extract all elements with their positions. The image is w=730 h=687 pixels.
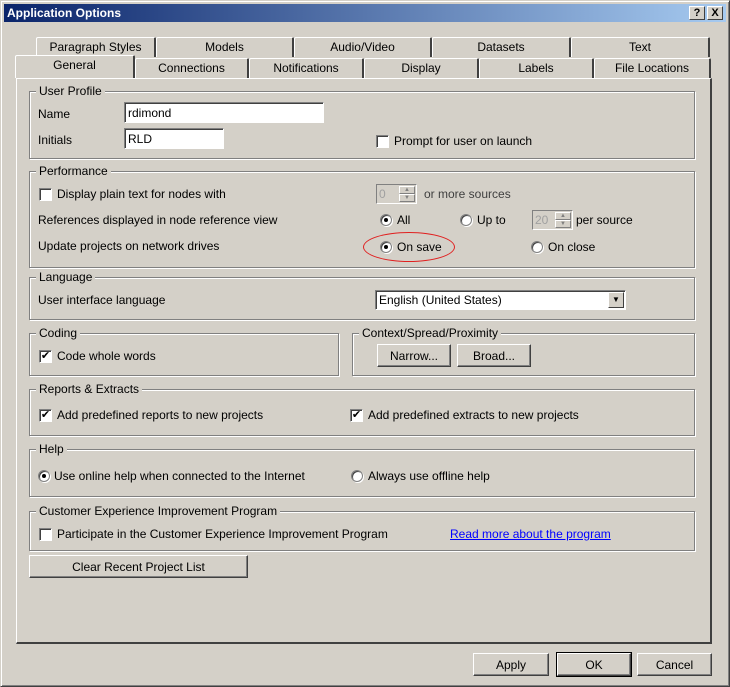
tab-general[interactable]: General [15, 55, 135, 78]
prompt-user-label: Prompt for user on launch [394, 134, 533, 148]
dropdown-arrow-icon[interactable]: ▼ [608, 292, 624, 308]
context-group: Context/Spread/Proximity Narrow... Broad… [352, 326, 695, 376]
references-all-radio[interactable] [380, 214, 392, 226]
group-title: User Profile [36, 84, 105, 98]
plain-text-checkbox[interactable] [39, 188, 52, 201]
tab-label: Text [628, 40, 651, 54]
code-whole-words-checkbox[interactable]: ✔ [39, 350, 52, 363]
ceip-group: Customer Experience Improvement Program … [29, 504, 695, 551]
apply-button[interactable]: Apply [473, 653, 549, 676]
participate-checkbox[interactable] [39, 528, 52, 541]
online-help-radio[interactable] [38, 470, 50, 482]
tab-label: Connections [158, 61, 225, 75]
tab-models[interactable]: Models [156, 37, 294, 57]
ui-language-value: English (United States) [379, 293, 502, 307]
reports-extracts-group: Reports & Extracts ✔ Add predefined repo… [29, 382, 695, 436]
tab-file-locations[interactable]: File Locations [594, 58, 711, 78]
group-title: Coding [36, 326, 81, 340]
on-save-radio[interactable] [380, 241, 392, 253]
offline-help-label: Always use offline help [368, 469, 490, 483]
tab-datasets[interactable]: Datasets [432, 37, 571, 57]
group-title: Help [36, 442, 67, 456]
close-button[interactable]: X [707, 6, 723, 20]
spin-up-icon[interactable]: ▲ [399, 186, 415, 194]
initials-input[interactable] [124, 128, 224, 149]
window-title: Application Options [7, 6, 121, 20]
group-title: Reports & Extracts [36, 382, 143, 396]
tab-paragraph-styles[interactable]: Paragraph Styles [36, 37, 156, 57]
add-extracts-checkbox[interactable]: ✔ [350, 409, 363, 422]
upto-value: 20 [535, 213, 549, 227]
references-upto-label: Up to [477, 213, 506, 227]
add-reports-checkbox[interactable]: ✔ [39, 409, 52, 422]
tab-label: Models [205, 40, 244, 54]
tab-connections[interactable]: Connections [135, 58, 249, 78]
per-source-label: per source [576, 213, 633, 227]
group-title: Performance [36, 164, 111, 178]
tab-label: General [53, 58, 96, 72]
add-reports-label: Add predefined reports to new projects [57, 408, 264, 422]
tab-audio-video[interactable]: Audio/Video [294, 37, 432, 57]
tab-label: Paragraph Styles [49, 40, 142, 54]
language-group: Language User interface language English… [29, 270, 695, 320]
tab-text[interactable]: Text [571, 37, 710, 57]
cancel-button[interactable]: Cancel [637, 653, 712, 676]
coding-group: Coding ✔ Code whole words [29, 326, 339, 376]
plain-text-label: Display plain text for nodes with [57, 187, 226, 201]
offline-help-radio[interactable] [351, 470, 363, 482]
on-close-label: On close [548, 240, 596, 254]
tab-notifications[interactable]: Notifications [249, 58, 364, 78]
sources-spinner[interactable]: 0 ▲ ▼ [376, 184, 417, 204]
prompt-user-checkbox[interactable] [376, 135, 389, 148]
read-more-link[interactable]: Read more about the program [450, 527, 611, 541]
code-whole-words-label: Code whole words [57, 349, 156, 363]
clear-recent-projects-button[interactable]: Clear Recent Project List [29, 555, 248, 578]
initials-label: Initials [38, 133, 73, 147]
references-upto-radio[interactable] [460, 214, 472, 226]
tab-label: Audio/Video [330, 40, 395, 54]
tab-label: Notifications [273, 61, 339, 75]
spin-down-icon[interactable]: ▼ [555, 220, 571, 228]
on-close-radio[interactable] [531, 241, 543, 253]
name-label: Name [38, 107, 71, 121]
broad-button[interactable]: Broad... [457, 344, 531, 367]
title-bar: Application Options ? X [4, 4, 726, 22]
references-label: References displayed in node reference v… [38, 213, 278, 227]
help-group: Help Use online help when connected to t… [29, 442, 695, 497]
ui-language-select[interactable]: English (United States) ▼ [375, 290, 626, 310]
tab-label: Labels [518, 61, 554, 75]
group-title: Customer Experience Improvement Program [36, 504, 281, 518]
tab-label: File Locations [614, 61, 690, 75]
group-title: Context/Spread/Proximity [359, 326, 502, 340]
on-save-label: On save [397, 240, 442, 254]
user-profile-group: User Profile Name Initials Prompt for us… [29, 84, 695, 159]
tab-display[interactable]: Display [364, 58, 479, 78]
group-title: Language [36, 270, 96, 284]
tab-label: Display [401, 61, 441, 75]
sources-suffix: or more sources [424, 187, 511, 201]
spin-up-icon[interactable]: ▲ [555, 212, 571, 220]
spin-down-icon[interactable]: ▼ [399, 194, 415, 202]
name-input[interactable] [124, 102, 324, 123]
upto-spinner[interactable]: 20 ▲ ▼ [532, 210, 573, 230]
online-help-label: Use online help when connected to the In… [54, 469, 305, 483]
help-button[interactable]: ? [689, 6, 705, 20]
add-extracts-label: Add predefined extracts to new projects [368, 408, 579, 422]
ui-language-label: User interface language [38, 293, 166, 307]
ok-button[interactable]: OK [556, 652, 632, 677]
performance-group: Performance Display plain text for nodes… [29, 164, 695, 268]
general-tab-panel: User Profile Name Initials Prompt for us… [16, 78, 712, 644]
application-options-dialog: Application Options ? X Paragraph Styles… [0, 0, 730, 687]
update-projects-label: Update projects on network drives [38, 239, 220, 253]
sources-value: 0 [379, 187, 386, 201]
tab-label: Datasets [477, 40, 525, 54]
narrow-button[interactable]: Narrow... [377, 344, 451, 367]
references-all-label: All [397, 213, 411, 227]
participate-label: Participate in the Customer Experience I… [57, 527, 388, 541]
tab-labels[interactable]: Labels [479, 58, 594, 78]
